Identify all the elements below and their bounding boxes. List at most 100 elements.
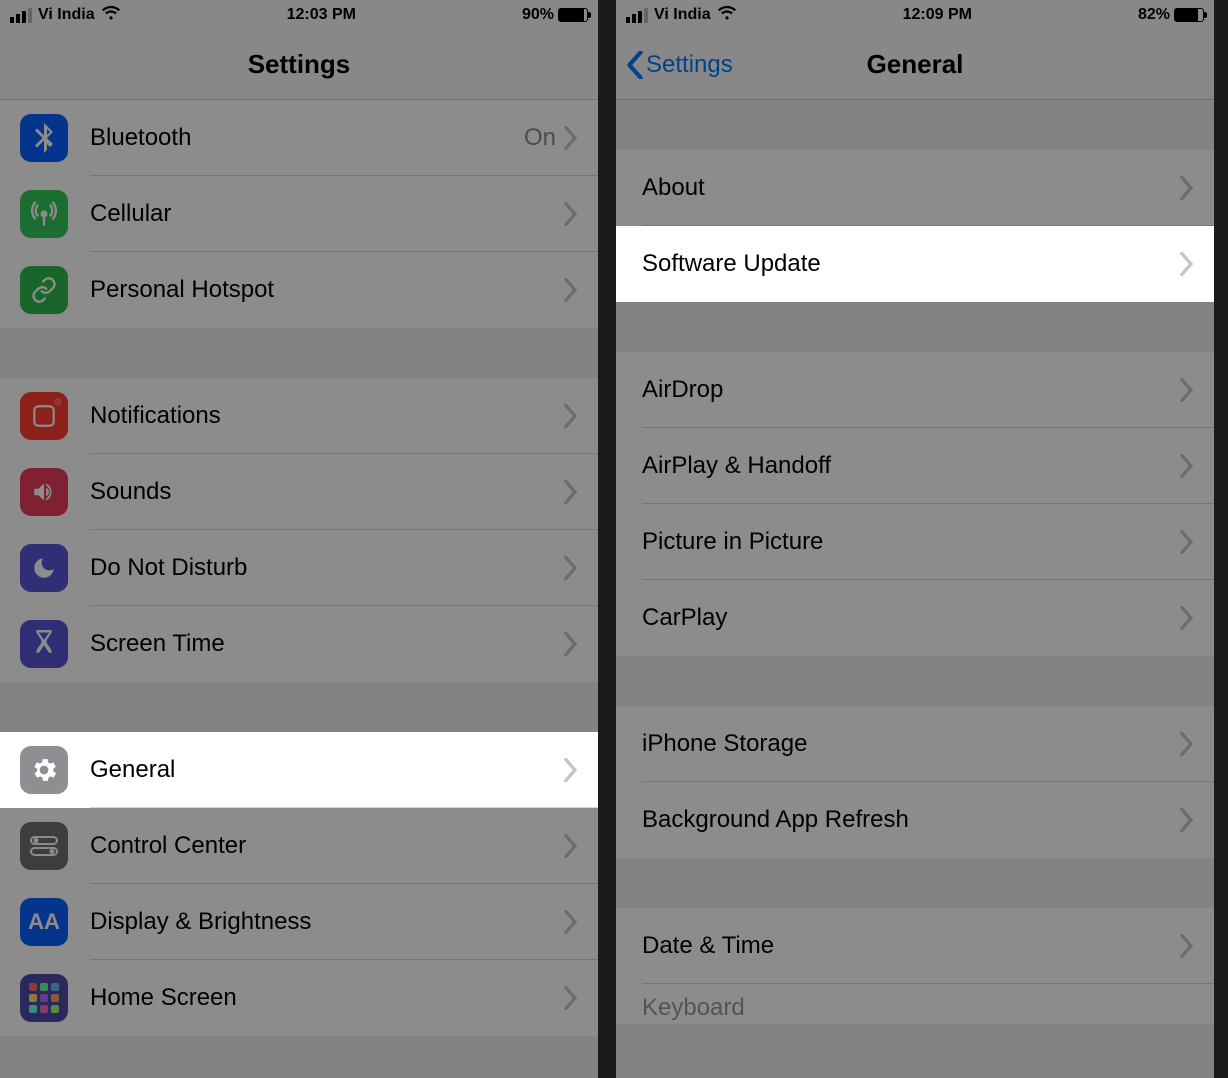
row-general[interactable]: General	[0, 732, 598, 808]
row-label: Control Center	[90, 832, 564, 860]
row-bluetooth[interactable]: Bluetooth On	[0, 100, 598, 176]
row-screen-time[interactable]: Screen Time	[0, 606, 598, 682]
row-label: Bluetooth	[90, 124, 524, 152]
chevron-right-icon	[564, 126, 578, 150]
row-value: On	[524, 124, 556, 152]
settings-group-system: General Control Center AA Display & Brig…	[0, 732, 598, 1036]
carrier-label: Vi India	[38, 6, 95, 24]
row-label: Date & Time	[642, 932, 1180, 960]
row-label: Personal Hotspot	[90, 276, 564, 304]
battery-icon	[558, 8, 588, 22]
back-button[interactable]: Settings	[626, 51, 733, 79]
page-title: General	[867, 49, 964, 80]
settings-group-connectivity: Bluetooth On Cellular Personal Hotspot	[0, 100, 598, 328]
wifi-icon	[101, 5, 121, 26]
row-keyboard[interactable]: Keyboard	[616, 984, 1214, 1024]
chevron-right-icon	[564, 834, 578, 858]
row-label: AirDrop	[642, 376, 1180, 404]
signal-icon	[10, 8, 32, 23]
link-icon	[20, 266, 68, 314]
chevron-right-icon	[1180, 378, 1194, 402]
page-title: Settings	[248, 49, 351, 80]
row-label: Do Not Disturb	[90, 554, 564, 582]
status-bar: Vi India 12:03 PM 90%	[0, 0, 598, 30]
chevron-right-icon	[1180, 934, 1194, 958]
chevron-right-icon	[564, 278, 578, 302]
chevron-right-icon	[1180, 606, 1194, 630]
general-group-datetime: Date & Time Keyboard	[616, 908, 1214, 1024]
row-label: Cellular	[90, 200, 564, 228]
row-label: iPhone Storage	[642, 730, 1180, 758]
row-label: Notifications	[90, 402, 564, 430]
settings-screen: Vi India 12:03 PM 90% Settings Bluetooth…	[0, 0, 598, 1078]
row-do-not-disturb[interactable]: Do Not Disturb	[0, 530, 598, 606]
chevron-right-icon	[564, 986, 578, 1010]
text-size-icon: AA	[20, 898, 68, 946]
general-screen: Vi India 12:09 PM 82% Settings General A…	[616, 0, 1214, 1078]
row-airdrop[interactable]: AirDrop	[616, 352, 1214, 428]
row-label: Picture in Picture	[642, 528, 1180, 556]
row-display-brightness[interactable]: AA Display & Brightness	[0, 884, 598, 960]
row-label: Home Screen	[90, 984, 564, 1012]
battery-pct: 82%	[1138, 6, 1170, 24]
chevron-right-icon	[564, 202, 578, 226]
battery-icon	[1174, 8, 1204, 22]
row-picture-in-picture[interactable]: Picture in Picture	[616, 504, 1214, 580]
battery-pct: 90%	[522, 6, 554, 24]
signal-icon	[626, 8, 648, 23]
row-iphone-storage[interactable]: iPhone Storage	[616, 706, 1214, 782]
speaker-icon	[20, 468, 68, 516]
carrier-label: Vi India	[654, 6, 711, 24]
row-home-screen[interactable]: Home Screen	[0, 960, 598, 1036]
wifi-icon	[717, 5, 737, 26]
clock: 12:03 PM	[287, 6, 356, 24]
row-airplay-handoff[interactable]: AirPlay & Handoff	[616, 428, 1214, 504]
chevron-right-icon	[564, 910, 578, 934]
chevron-right-icon	[1180, 252, 1194, 276]
chevron-right-icon	[1180, 530, 1194, 554]
row-label: Sounds	[90, 478, 564, 506]
bluetooth-icon	[20, 114, 68, 162]
row-about[interactable]: About	[616, 150, 1214, 226]
toggles-icon	[20, 822, 68, 870]
row-label: Background App Refresh	[642, 806, 1180, 834]
chevron-right-icon	[564, 758, 578, 782]
row-label: Screen Time	[90, 630, 564, 658]
chevron-right-icon	[1180, 176, 1194, 200]
general-group-sharing: AirDrop AirPlay & Handoff Picture in Pic…	[616, 352, 1214, 656]
row-cellular[interactable]: Cellular	[0, 176, 598, 252]
chevron-right-icon	[1180, 454, 1194, 478]
settings-group-alerts: Notifications Sounds Do Not Disturb Scre…	[0, 378, 598, 682]
row-label: About	[642, 174, 1180, 202]
row-label: Display & Brightness	[90, 908, 564, 936]
chevron-right-icon	[564, 480, 578, 504]
row-label: CarPlay	[642, 604, 1180, 632]
row-personal-hotspot[interactable]: Personal Hotspot	[0, 252, 598, 328]
chevron-right-icon	[564, 404, 578, 428]
row-label: General	[90, 756, 564, 784]
row-label: Software Update	[642, 250, 1180, 278]
row-label: Keyboard	[642, 994, 1194, 1022]
general-group-storage: iPhone Storage Background App Refresh	[616, 706, 1214, 858]
general-group-info: About Software Update	[616, 150, 1214, 302]
hourglass-icon	[20, 620, 68, 668]
clock: 12:09 PM	[903, 6, 972, 24]
moon-icon	[20, 544, 68, 592]
row-label: AirPlay & Handoff	[642, 452, 1180, 480]
row-sounds[interactable]: Sounds	[0, 454, 598, 530]
notifications-icon	[20, 392, 68, 440]
row-date-time[interactable]: Date & Time	[616, 908, 1214, 984]
nav-bar: Settings	[0, 30, 598, 100]
row-background-app-refresh[interactable]: Background App Refresh	[616, 782, 1214, 858]
antenna-icon	[20, 190, 68, 238]
row-software-update[interactable]: Software Update	[616, 226, 1214, 302]
chevron-right-icon	[564, 632, 578, 656]
row-control-center[interactable]: Control Center	[0, 808, 598, 884]
status-bar: Vi India 12:09 PM 82%	[616, 0, 1214, 30]
gear-icon	[20, 746, 68, 794]
chevron-right-icon	[1180, 732, 1194, 756]
home-grid-icon	[20, 974, 68, 1022]
row-carplay[interactable]: CarPlay	[616, 580, 1214, 656]
chevron-right-icon	[564, 556, 578, 580]
row-notifications[interactable]: Notifications	[0, 378, 598, 454]
